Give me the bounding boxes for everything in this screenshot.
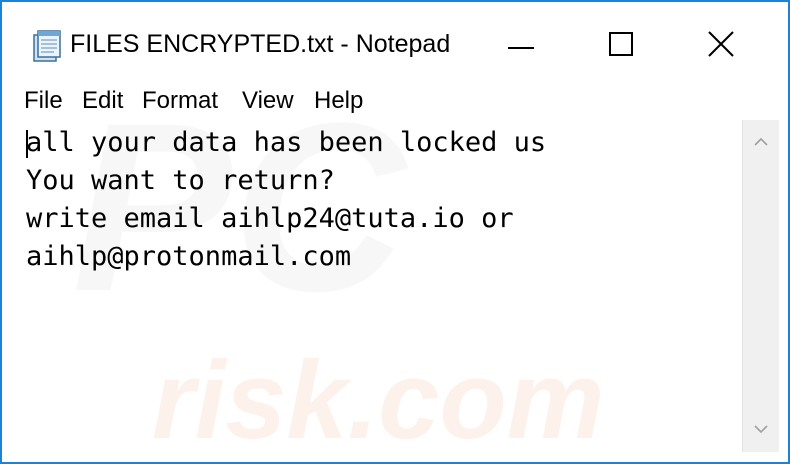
watermark-site: risk.com: [152, 339, 604, 452]
window-title: FILES ENCRYPTED.txt - Notepad: [70, 30, 451, 58]
notepad-icon: [32, 29, 62, 63]
scroll-up-button[interactable]: [743, 124, 779, 160]
text-line: You want to return?: [26, 165, 335, 196]
title-bar[interactable]: FILES ENCRYPTED.txt - Notepad: [2, 2, 788, 84]
scroll-down-button[interactable]: [743, 412, 779, 448]
chevron-up-icon: [754, 133, 768, 151]
minimize-icon: [508, 37, 534, 55]
menu-help[interactable]: Help: [314, 87, 363, 115]
maximize-button[interactable]: [596, 24, 646, 68]
text-line: aihlp@protonmail.com: [26, 241, 352, 272]
menu-view[interactable]: View: [242, 87, 294, 115]
notepad-window: FILES ENCRYPTED.txt - Notepad File Edit …: [0, 0, 790, 464]
text-caret: [26, 130, 28, 158]
vertical-scrollbar[interactable]: [742, 120, 779, 452]
text-line: write email aihlp24@tuta.io or: [26, 203, 514, 234]
close-button[interactable]: [696, 24, 746, 68]
menu-edit[interactable]: Edit: [82, 87, 123, 115]
minimize-button[interactable]: [496, 24, 546, 68]
menu-format[interactable]: Format: [142, 87, 218, 115]
text-editor[interactable]: PC risk.com all your data has been locke…: [12, 120, 740, 452]
maximize-icon: [609, 31, 633, 61]
menu-file[interactable]: File: [24, 87, 63, 115]
close-icon: [708, 30, 734, 62]
menu-bar: File Edit Format View Help: [2, 84, 788, 120]
text-line: all your data has been locked us: [26, 127, 547, 158]
chevron-down-icon: [754, 421, 768, 439]
document-text: all your data has been locked us You want…: [26, 124, 546, 276]
